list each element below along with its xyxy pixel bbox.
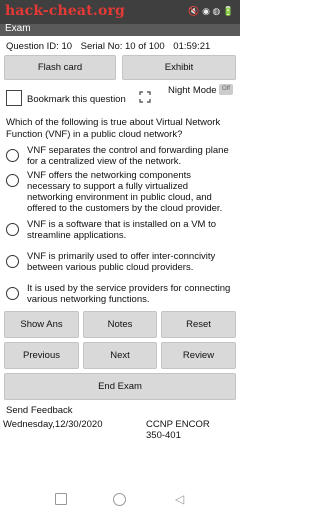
option-text: VNF is primarily used to offer inter-con…: [27, 251, 216, 273]
option-radio[interactable]: [6, 149, 19, 162]
question-info: Question ID: 10 Serial No: 10 of 100 01:…: [6, 41, 216, 52]
exhibit-button[interactable]: Exhibit: [122, 55, 236, 80]
night-mode-toggle[interactable]: Off: [219, 84, 233, 95]
flash-card-button[interactable]: Flash card: [4, 55, 116, 80]
review-button[interactable]: Review: [161, 342, 236, 369]
status-icons: 🔇 ◉ ◍ 🔋: [188, 6, 234, 16]
current-date: Wednesday,12/30/2020: [3, 419, 103, 430]
brand-watermark: hack-cheat.org: [5, 3, 126, 19]
home-icon[interactable]: [113, 493, 126, 506]
previous-button[interactable]: Previous: [4, 342, 79, 369]
option-radio[interactable]: [6, 174, 19, 187]
option-5[interactable]: It is used by the service providers for …: [6, 283, 238, 305]
app-bar: Exam: [0, 23, 240, 36]
exam-code: 350-401: [146, 430, 181, 441]
option-radio[interactable]: [6, 223, 19, 236]
night-mode-label: Night Mode: [168, 85, 217, 96]
bookmark-checkbox[interactable]: [6, 90, 22, 106]
back-icon[interactable]: ◁: [175, 492, 184, 506]
serial-number: Serial No: 10 of 100: [80, 41, 165, 52]
status-bar: hack-cheat.org 🔇 ◉ ◍ 🔋: [0, 0, 240, 24]
option-radio[interactable]: [6, 287, 19, 300]
question-id: Question ID: 10: [6, 41, 73, 52]
notes-button[interactable]: Notes: [83, 311, 157, 338]
option-text: VNF separates the control and forwarding…: [27, 145, 229, 167]
end-exam-button[interactable]: End Exam: [4, 373, 236, 400]
option-text: VNF is a software that is installed on a…: [27, 219, 217, 241]
bookmark-label: Bookmark this question: [27, 94, 126, 105]
reset-button[interactable]: Reset: [161, 311, 236, 338]
fullscreen-icon[interactable]: [139, 91, 151, 103]
option-3[interactable]: VNF is a software that is installed on a…: [6, 219, 238, 241]
send-feedback-link[interactable]: Send Feedback: [6, 405, 73, 416]
option-radio[interactable]: [6, 255, 19, 268]
question-text: Which of the following is true about Vir…: [6, 117, 221, 140]
option-text: VNF offers the networking components nec…: [27, 170, 223, 214]
page-title: Exam: [5, 23, 31, 34]
option-4[interactable]: VNF is primarily used to offer inter-con…: [6, 251, 238, 273]
option-text: It is used by the service providers for …: [27, 283, 231, 305]
next-button[interactable]: Next: [83, 342, 157, 369]
option-2[interactable]: VNF offers the networking components nec…: [6, 170, 238, 214]
show-answer-button[interactable]: Show Ans: [4, 311, 79, 338]
option-1[interactable]: VNF separates the control and forwarding…: [6, 145, 238, 167]
timer: 01:59:21: [173, 41, 211, 52]
exam-name: CCNP ENCOR: [146, 419, 210, 430]
system-nav-bar: ◁: [0, 482, 240, 516]
recents-icon[interactable]: [55, 493, 67, 505]
